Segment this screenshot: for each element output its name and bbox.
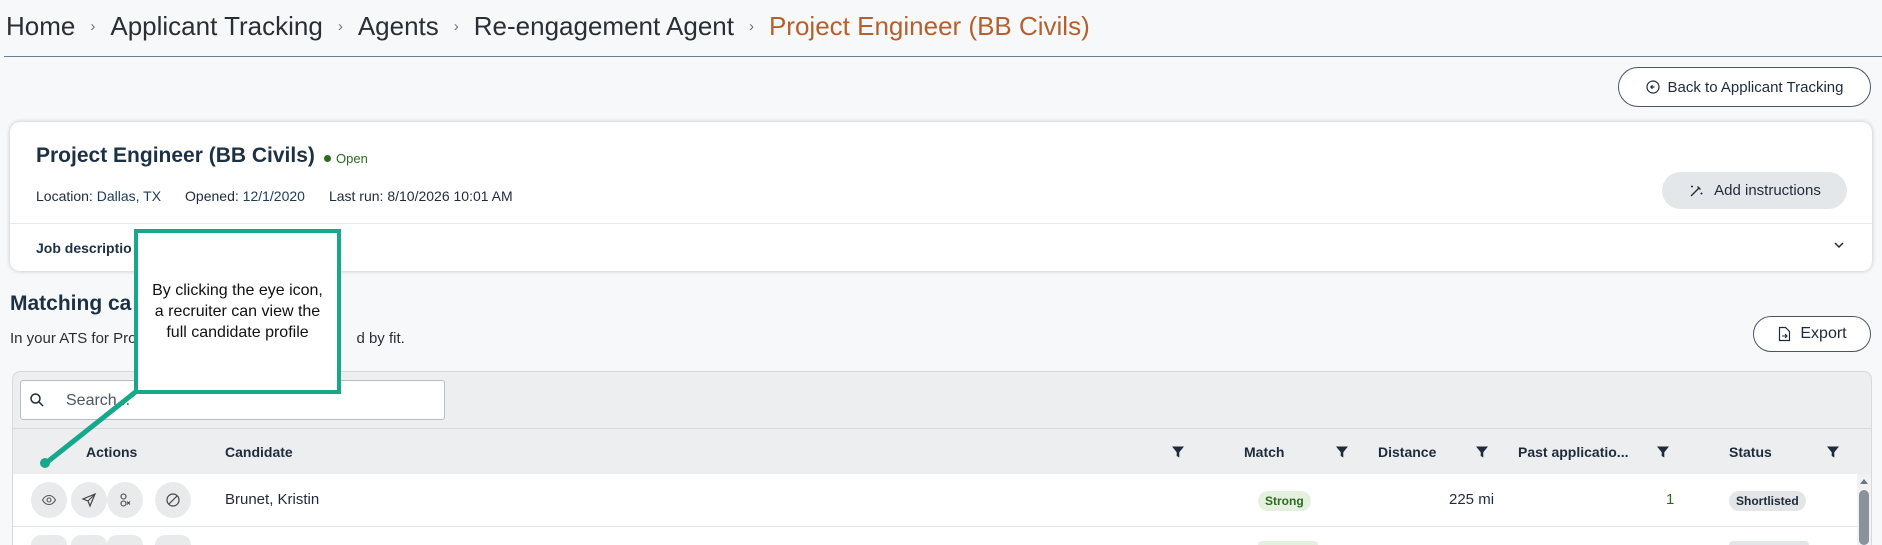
breadcrumb-reengagement-agent[interactable]: Re-engagement Agent: [474, 11, 734, 42]
status-badge: Shortlisted: [1729, 491, 1806, 511]
filter-icon[interactable]: [1171, 445, 1185, 459]
header-past-applications[interactable]: Past applicatio...: [1518, 444, 1628, 460]
distance-value: 225 mi: [1449, 491, 1495, 508]
chevron-down-icon[interactable]: [1832, 238, 1846, 252]
send-message-button[interactable]: [71, 535, 107, 545]
match-badge: [1258, 541, 1318, 545]
table-scrollbar[interactable]: [1857, 474, 1871, 545]
match-badge: Strong: [1258, 491, 1311, 511]
job-location: Location: Dallas, TX: [36, 188, 161, 204]
header-match[interactable]: Match: [1244, 444, 1284, 460]
filter-icon[interactable]: [1826, 445, 1840, 459]
add-instructions-label: Add instructions: [1714, 182, 1821, 199]
subtitle-end: d by fit.: [356, 330, 405, 347]
breadcrumb-separator: ›: [337, 17, 343, 35]
back-to-applicant-tracking-button[interactable]: Back to Applicant Tracking: [1618, 67, 1871, 107]
location-value: Dallas, TX: [96, 188, 162, 204]
export-button[interactable]: Export: [1753, 316, 1871, 352]
location-label: Location:: [36, 188, 93, 204]
annotation-callout: By clicking the eye icon, a recruiter ca…: [134, 229, 341, 394]
breadcrumb-separator: ›: [90, 17, 96, 35]
block-icon: [166, 493, 180, 507]
card-divider: [10, 223, 1872, 224]
opened-label: Opened:: [185, 188, 239, 204]
view-profile-button[interactable]: [31, 482, 67, 518]
add-instructions-button[interactable]: Add instructions: [1662, 172, 1847, 209]
user-link-icon: [120, 493, 131, 507]
filter-icon[interactable]: [1335, 445, 1349, 459]
assign-recruiter-button[interactable]: [107, 482, 143, 518]
table-row[interactable]: Brunet, Kristin Strong 225 mi 1 Shortlis…: [13, 474, 1857, 527]
magic-wand-icon: [1690, 185, 1703, 196]
job-last-run: Last run: 8/10/2026 10:01 AM: [328, 188, 513, 204]
scrollbar-thumb[interactable]: [1859, 490, 1869, 545]
candidate-name: Brunet, Kristin: [225, 491, 320, 508]
table-row[interactable]: [13, 527, 1857, 545]
breadcrumb-current: Project Engineer (BB Civils): [768, 10, 1090, 41]
paper-plane-icon: [81, 492, 97, 508]
header-status[interactable]: Status: [1729, 444, 1772, 460]
job-title: Project Engineer (BB Civils): [36, 144, 315, 167]
eye-icon: [41, 494, 57, 506]
callout-text: By clicking the eye icon, a recruiter ca…: [152, 282, 323, 341]
status-badge: Open: [324, 151, 368, 166]
past-applications-value[interactable]: 1: [1666, 491, 1674, 508]
dismiss-candidate-button[interactable]: [155, 535, 191, 545]
breadcrumb-agents[interactable]: Agents: [358, 11, 439, 42]
status-text: Open: [336, 151, 368, 166]
view-profile-button[interactable]: [31, 535, 67, 545]
scroll-up-icon[interactable]: [1857, 476, 1871, 488]
breadcrumb-applicant-tracking[interactable]: Applicant Tracking: [110, 11, 322, 42]
job-opened: Opened: 12/1/2020: [185, 188, 305, 204]
header-distance[interactable]: Distance: [1378, 444, 1436, 460]
header-actions: Actions: [86, 444, 138, 460]
status-dot-icon: [324, 155, 331, 162]
back-button-label: Back to Applicant Tracking: [1667, 78, 1844, 96]
search-icon: [30, 393, 44, 407]
export-label: Export: [1800, 325, 1847, 342]
job-meta: Location: Dallas, TX Opened: 12/1/2020 L…: [36, 188, 513, 204]
dismiss-candidate-button[interactable]: [155, 482, 191, 518]
breadcrumb-separator: ›: [748, 17, 754, 35]
breadcrumb: Home › Applicant Tracking › Agents › Re-…: [6, 6, 1090, 46]
send-message-button[interactable]: [71, 482, 107, 518]
filter-icon[interactable]: [1475, 445, 1489, 459]
file-export-icon: [1779, 326, 1791, 342]
opened-value: 12/1/2020: [242, 188, 305, 204]
filter-icon[interactable]: [1656, 445, 1670, 459]
breadcrumb-divider: [4, 56, 1882, 57]
breadcrumb-separator: ›: [453, 17, 459, 35]
subtitle-start: In your ATS for Pro: [10, 330, 137, 347]
matching-candidates-heading: Matching ca: [10, 292, 132, 315]
job-description-toggle[interactable]: Job descriptio: [36, 240, 132, 256]
status-badge: [1729, 541, 1809, 545]
assign-recruiter-button[interactable]: [107, 535, 143, 545]
header-candidate[interactable]: Candidate: [225, 444, 293, 460]
breadcrumb-home[interactable]: Home: [6, 11, 75, 42]
table-header: Actions Candidate Match Distance Past ap…: [13, 428, 1871, 474]
arrow-circle-left-icon: [1645, 80, 1660, 94]
